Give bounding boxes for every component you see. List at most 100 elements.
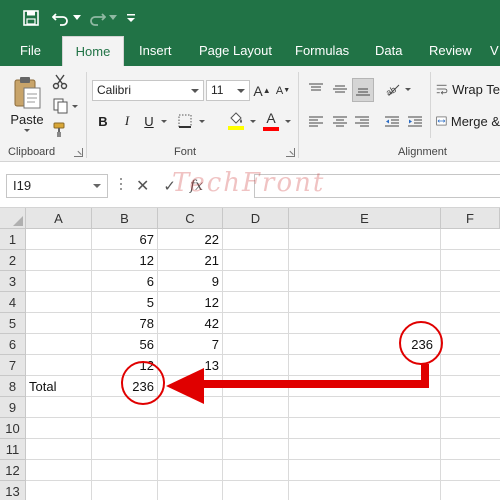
cancel-icon[interactable]: ✕ [136,176,149,196]
bold-button[interactable]: B [94,110,112,132]
align-left-button[interactable] [306,112,326,132]
redo-dropdown-icon[interactable] [108,6,118,30]
row-header-12[interactable]: 12 [0,460,26,481]
align-left-icon [309,116,323,127]
row-header-13[interactable]: 13 [0,481,26,500]
wrap-text-button[interactable]: Wrap Te [436,78,500,100]
cell-b8[interactable]: 236 [92,376,157,397]
font-color-button[interactable]: A [262,110,280,132]
paste-dropdown-icon[interactable] [24,129,30,132]
column-header-f[interactable]: F [441,208,500,229]
clipboard-dialog-launcher-icon[interactable] [74,148,83,157]
row-header-6[interactable]: 6 [0,334,26,355]
chevron-down-icon [93,184,101,188]
cell-e6[interactable]: 236 [289,334,436,355]
font-dialog-launcher-icon[interactable] [286,148,295,157]
cell-c7[interactable]: 13 [158,355,222,376]
gridline [26,438,500,439]
cell-c2[interactable]: 21 [158,250,222,271]
cell-b1[interactable]: 67 [92,229,157,250]
paste-button[interactable]: Paste [6,72,48,136]
increase-font-size-button[interactable]: A ▲ [252,80,272,101]
scissors-icon [52,74,68,90]
formula-bar-resize-handle[interactable] [119,178,123,194]
cell-b7[interactable]: 12 [92,355,157,376]
cell-b5[interactable]: 78 [92,313,157,334]
align-right-button[interactable] [352,112,372,132]
group-separator [430,72,431,138]
increase-indent-button[interactable] [405,112,425,132]
select-all-button[interactable] [0,208,26,229]
merge-center-label: Merge & [450,113,500,129]
decrease-indent-button[interactable] [382,112,402,132]
underline-dropdown-icon[interactable] [161,120,167,123]
gridline [26,459,500,460]
bottom-align-button[interactable] [352,78,374,102]
align-center-icon [333,116,347,127]
borders-button[interactable] [176,112,194,130]
tab-formulas[interactable]: Formulas [295,36,349,66]
row-header-1[interactable]: 1 [0,229,26,250]
row-header-7[interactable]: 7 [0,355,26,376]
tab-insert[interactable]: Insert [139,36,172,66]
row-header-10[interactable]: 10 [0,418,26,439]
cell-c6[interactable]: 7 [158,334,222,355]
tab-file[interactable]: File [20,36,41,66]
middle-align-button[interactable] [330,78,350,100]
tab-view[interactable]: V [490,36,499,66]
row-header-3[interactable]: 3 [0,271,26,292]
cut-button[interactable] [50,72,70,92]
paste-icon [14,77,41,109]
underline-button[interactable]: U [140,110,158,132]
tab-home[interactable]: Home [62,36,124,66]
cell-b3[interactable]: 6 [92,271,157,292]
row-header-2[interactable]: 2 [0,250,26,271]
font-size-dropdown[interactable]: 11 [206,80,250,101]
orientation-button[interactable]: ab [382,78,404,100]
fill-color-button[interactable] [226,110,246,132]
column-header-e[interactable]: E [289,208,441,229]
format-painter-button[interactable] [50,120,70,140]
row-header-4[interactable]: 4 [0,292,26,313]
customize-qat-icon[interactable] [124,6,138,30]
undo-icon[interactable] [50,6,72,30]
italic-button[interactable]: I [118,110,136,132]
column-header-c[interactable]: C [158,208,223,229]
cell-c1[interactable]: 22 [158,229,222,250]
font-name-dropdown[interactable]: Calibri [92,80,204,101]
cell-b4[interactable]: 5 [92,292,157,313]
cell-c4[interactable]: 12 [158,292,222,313]
fill-color-dropdown-icon[interactable] [250,120,256,123]
tab-page-layout[interactable]: Page Layout [199,36,272,66]
column-header-d[interactable]: D [223,208,289,229]
cell-b2[interactable]: 12 [92,250,157,271]
cell-c3[interactable]: 9 [158,271,222,292]
name-box[interactable]: I19 [6,174,108,198]
undo-dropdown-icon[interactable] [72,6,82,30]
copy-dropdown-icon[interactable] [71,104,78,108]
tab-review[interactable]: Review [429,36,472,66]
borders-dropdown-icon[interactable] [199,120,205,123]
orientation-dropdown-icon[interactable] [405,88,411,91]
align-right-icon [355,116,369,127]
font-group-label: Font [174,146,197,158]
save-icon[interactable] [20,6,42,30]
row-header-9[interactable]: 9 [0,397,26,418]
font-color-dropdown-icon[interactable] [285,120,291,123]
worksheet-grid: A B C D E F 1 2 3 4 5 6 7 8 9 10 11 12 1… [0,208,500,500]
column-header-b[interactable]: B [92,208,158,229]
cell-a8[interactable]: Total [26,376,91,397]
decrease-font-size-button[interactable]: A ▼ [273,80,293,101]
tab-data[interactable]: Data [375,36,402,66]
row-header-11[interactable]: 11 [0,439,26,460]
top-align-button[interactable] [306,78,326,100]
row-header-8[interactable]: 8 [0,376,26,397]
merge-center-button[interactable]: Merge & [436,110,500,132]
cell-b6[interactable]: 56 [92,334,157,355]
cell-c5[interactable]: 42 [158,313,222,334]
align-center-button[interactable] [330,112,350,132]
copy-button[interactable] [50,96,80,116]
redo-icon[interactable] [86,6,108,30]
column-header-a[interactable]: A [26,208,92,229]
row-header-5[interactable]: 5 [0,313,26,334]
